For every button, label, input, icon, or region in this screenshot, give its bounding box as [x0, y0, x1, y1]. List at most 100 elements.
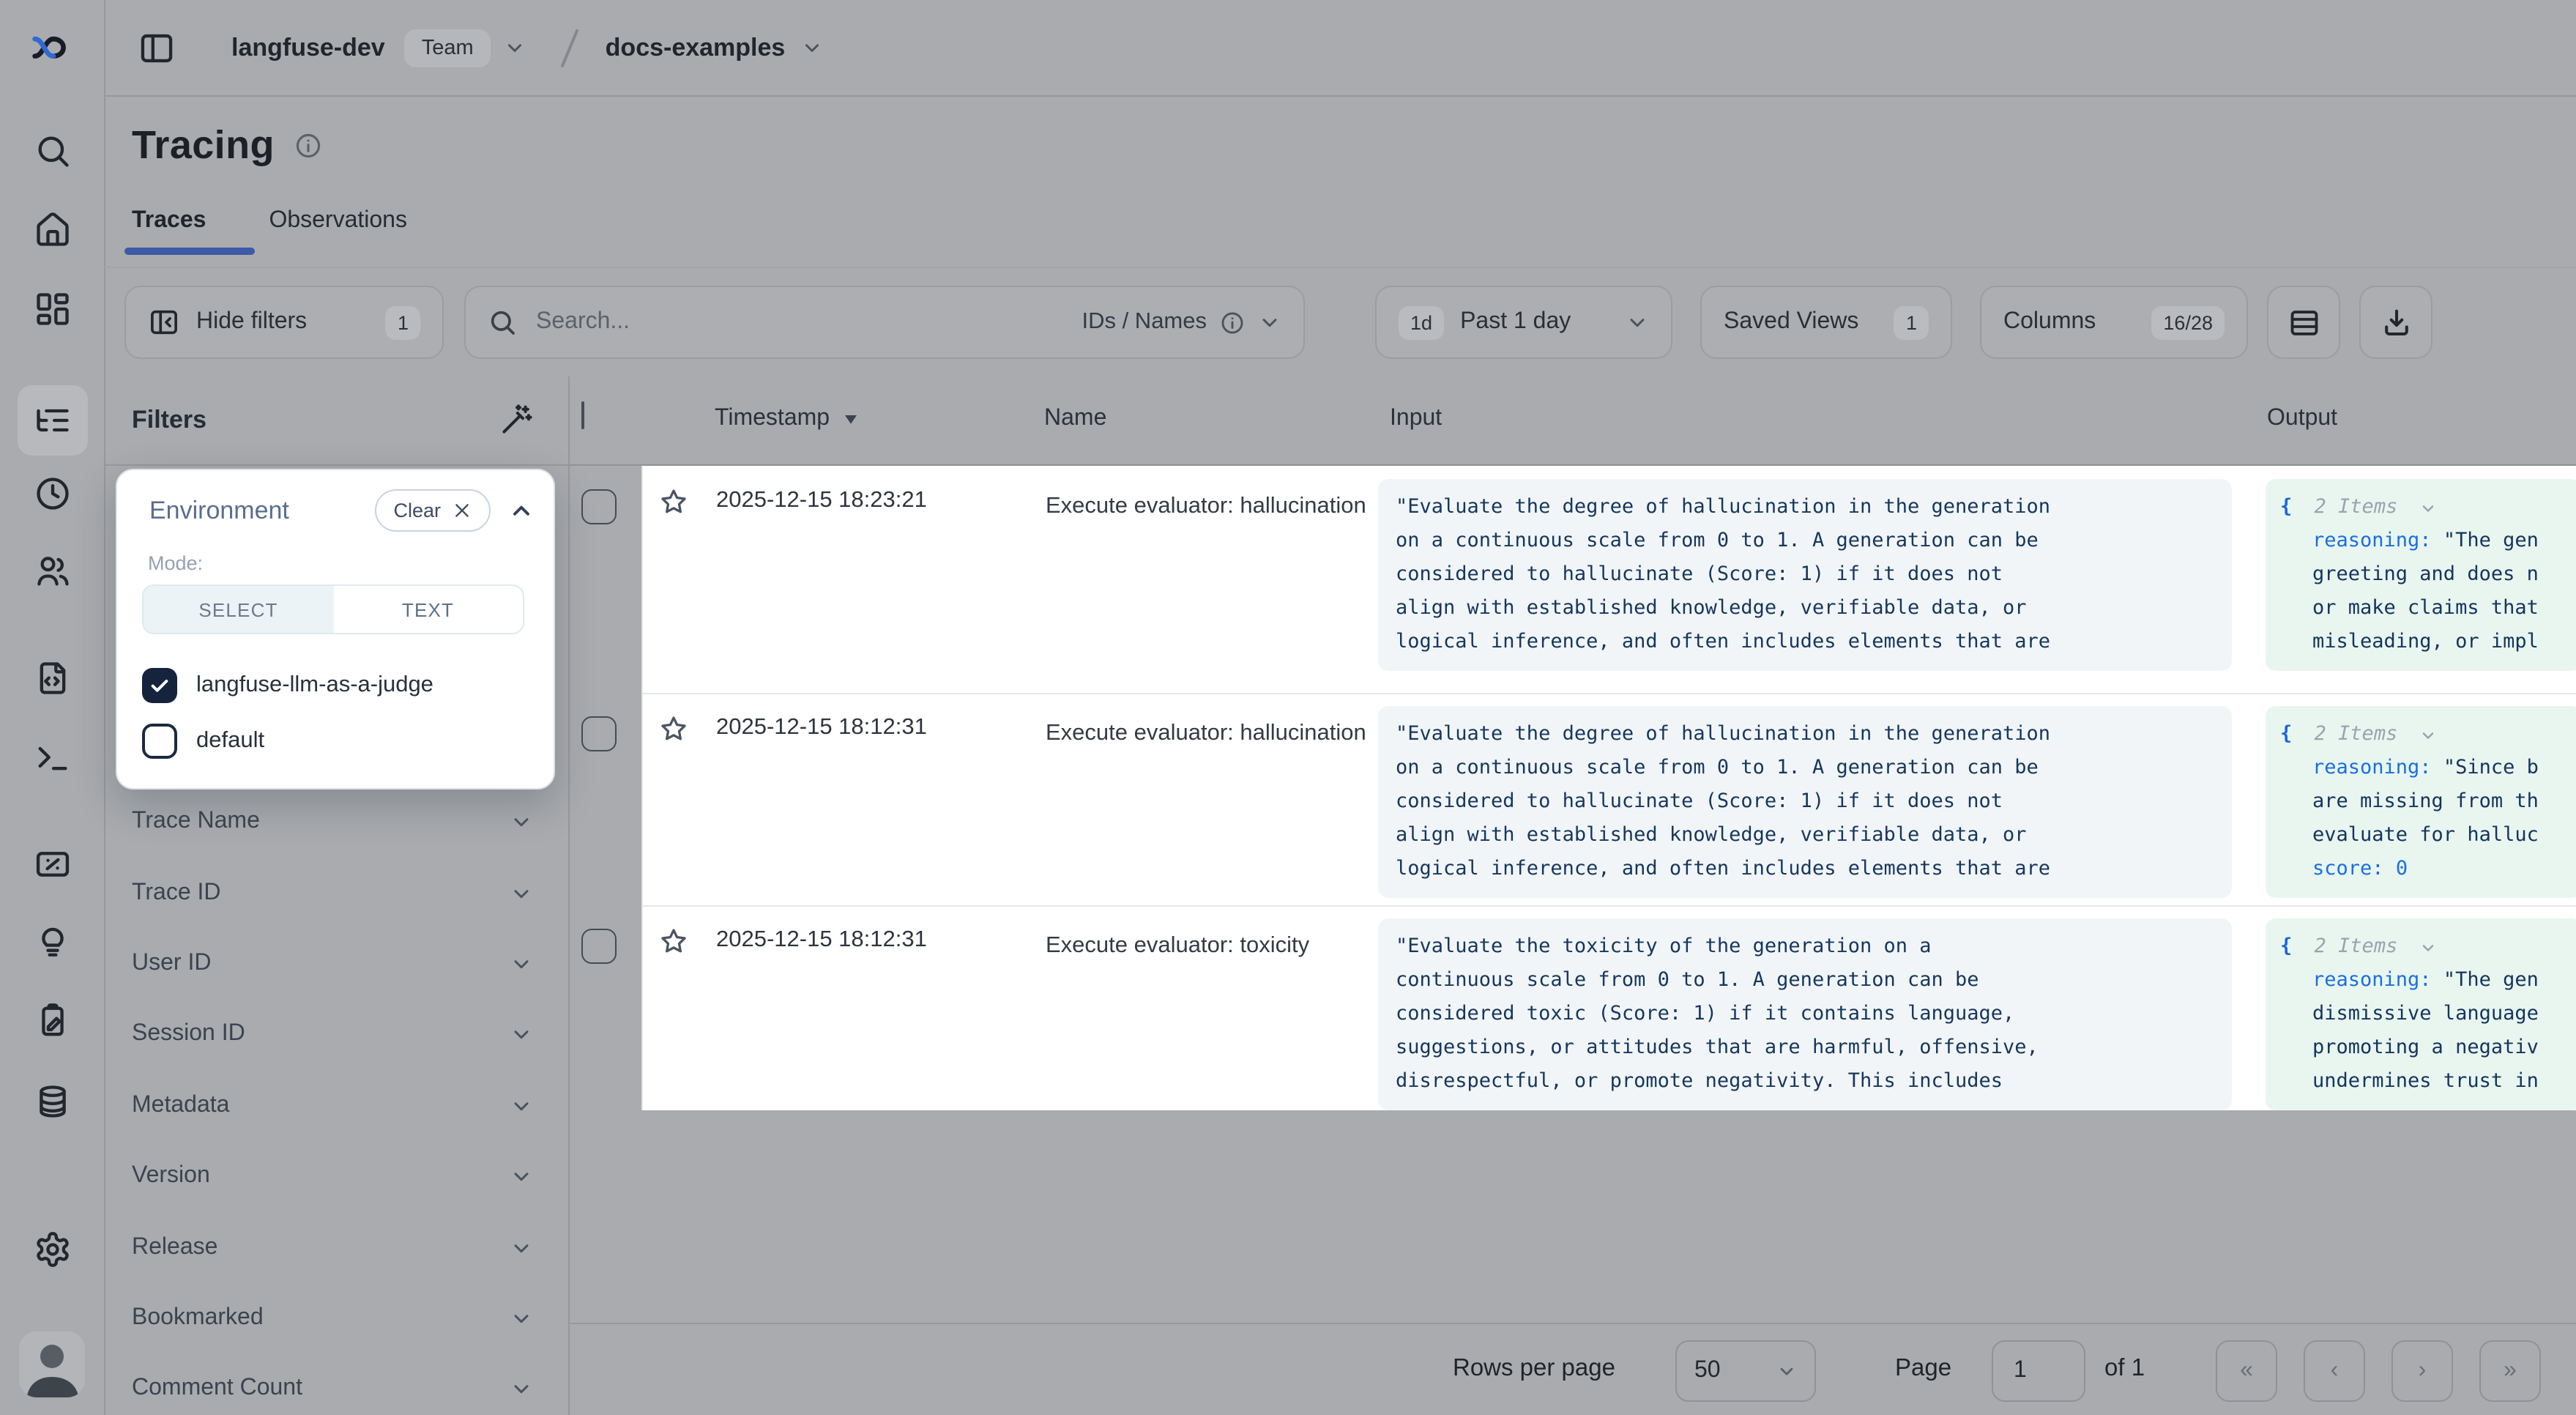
sidebar-item-insights[interactable] — [18, 907, 88, 977]
filter-item-user-id[interactable]: User ID — [104, 929, 568, 1000]
sidebar-item-prompts[interactable] — [18, 643, 88, 713]
wand-sparkles-icon[interactable] — [498, 403, 533, 438]
chevron-down-icon — [510, 1023, 533, 1047]
sidebar-item-tracing[interactable] — [18, 385, 88, 456]
column-header-name[interactable]: Name — [1044, 406, 1106, 432]
sidebar-item-search[interactable] — [18, 116, 88, 186]
environment-option-label: default — [196, 728, 264, 754]
input-cell: "Evaluate the degree of hallucination in… — [1378, 706, 2232, 898]
row-checkbox[interactable] — [581, 716, 617, 751]
filter-item-bookmarked[interactable]: Bookmarked — [104, 1282, 568, 1353]
table-row[interactable]: 2025-12-15 18:12:31Execute evaluator: to… — [643, 905, 2576, 1110]
annotation-queues-icon — [34, 1002, 72, 1040]
sessions-icon — [34, 475, 72, 513]
name-cell: Execute evaluator: toxicity — [1046, 927, 1375, 965]
next-page-button[interactable]: › — [2391, 1340, 2453, 1402]
sidebar-item-datasets[interactable] — [18, 1066, 88, 1137]
download-icon — [2379, 305, 2413, 339]
mode-select-button[interactable]: SELECT — [144, 586, 333, 633]
row-height-button[interactable] — [2267, 286, 2340, 359]
mode-label: Mode: — [148, 552, 535, 574]
search-input[interactable] — [533, 308, 1065, 337]
columns-button[interactable]: Columns 16/28 — [1980, 286, 2248, 359]
timestamp-cell: 2025-12-15 18:23:21 — [716, 488, 927, 514]
filter-item-label: Version — [132, 1163, 210, 1189]
name-cell: Execute evaluator: hallucination — [1046, 488, 1375, 526]
sidebar-toggle-icon[interactable] — [138, 29, 176, 67]
tab-bar-divider — [104, 267, 2576, 268]
column-header-input[interactable]: Input — [1390, 406, 1442, 432]
info-icon[interactable] — [295, 132, 323, 160]
filter-item-label: Release — [132, 1234, 217, 1260]
chevron-down-icon[interactable] — [2420, 726, 2438, 743]
filter-item-label: Bookmarked — [132, 1305, 264, 1332]
sidebar-item-settings[interactable] — [18, 1214, 88, 1285]
last-page-button[interactable]: » — [2479, 1340, 2541, 1402]
export-button[interactable] — [2359, 286, 2432, 359]
filter-item-label: Trace Name — [132, 809, 260, 835]
chevron-down-icon[interactable] — [2420, 499, 2438, 516]
search-bar[interactable]: IDs / Names — [464, 286, 1305, 359]
tab-observations[interactable]: Observations — [269, 208, 407, 234]
sidebar-item-users[interactable] — [18, 536, 88, 606]
sidebar-item-dashboards[interactable] — [18, 274, 88, 344]
bookmark-star-icon[interactable] — [658, 486, 690, 519]
table-row[interactable]: 2025-12-15 18:23:21 Execute evaluator: ha… — [643, 466, 2576, 693]
clear-label: Clear — [393, 499, 441, 521]
mode-text-button[interactable]: TEXT — [333, 586, 523, 633]
rows-per-page-select[interactable]: 50 — [1675, 1340, 1816, 1402]
columns-count-badge: 16/28 — [2151, 305, 2225, 339]
filter-item-metadata[interactable]: Metadata — [104, 1070, 568, 1141]
first-page-button[interactable]: « — [2216, 1340, 2277, 1402]
project-switcher[interactable]: docs-examples — [585, 33, 824, 62]
sidebar-item-evaluators[interactable] — [18, 829, 88, 899]
saved-views-button[interactable]: Saved Views 1 — [1700, 286, 1952, 359]
filter-item-session-id[interactable]: Session ID — [104, 999, 568, 1070]
filters-panel-header: Filters — [104, 376, 568, 466]
hide-filters-button[interactable]: Hide filters 1 — [124, 286, 444, 359]
panel-left-close-icon — [148, 306, 180, 338]
filter-item-label: User ID — [132, 951, 211, 977]
filter-item-comment-count[interactable]: Comment Count — [104, 1353, 568, 1415]
checkbox-unchecked[interactable] — [142, 724, 177, 759]
environment-option[interactable]: langfuse-llm-as-a-judge — [142, 658, 535, 713]
time-range-button[interactable]: 1d Past 1 day — [1375, 286, 1672, 359]
table-row[interactable]: 2025-12-15 18:12:31Execute evaluator: ha… — [643, 693, 2576, 920]
project-name: docs-examples — [606, 33, 786, 62]
chevron-down-icon[interactable] — [2420, 938, 2438, 956]
clear-filter-button[interactable]: Clear — [374, 489, 491, 532]
page-number-input[interactable]: 1 — [1992, 1340, 2085, 1402]
filter-list: Trace Name Trace ID User ID Session ID Metad… — [104, 787, 568, 1415]
user-avatar[interactable] — [19, 1332, 85, 1397]
filter-item-label: Metadata — [132, 1093, 229, 1119]
row-checkbox[interactable] — [581, 489, 617, 524]
environment-filter-label: Environment — [149, 496, 289, 525]
bookmark-star-icon[interactable] — [658, 926, 690, 958]
sidebar-item-sessions[interactable] — [18, 458, 88, 529]
tab-traces[interactable]: Traces — [132, 208, 206, 234]
filter-item-trace-name[interactable]: Trace Name — [104, 787, 568, 858]
tab-bar: Traces Observations — [132, 208, 407, 234]
sidebar-item-annotation-queues[interactable] — [18, 986, 88, 1056]
checkbox-checked[interactable] — [142, 668, 177, 703]
org-switcher[interactable]: langfuse-dev Team — [176, 29, 526, 67]
table-body: 2025-12-15 18:23:21 Execute evaluator: ha… — [641, 466, 2576, 1110]
search-scope-selector[interactable]: IDs / Names — [1082, 309, 1281, 335]
sidebar-item-home[interactable] — [18, 195, 88, 265]
filter-item-release[interactable]: Release — [104, 1212, 568, 1283]
chevron-down-icon — [1258, 311, 1281, 334]
chevron-up-icon[interactable] — [508, 497, 535, 524]
breadcrumb-separator — [556, 26, 585, 70]
select-all-checkbox[interactable] — [581, 401, 584, 429]
filter-item-label: Session ID — [132, 1022, 245, 1048]
row-checkbox[interactable] — [581, 929, 617, 964]
column-header-output[interactable]: Output — [2267, 406, 2337, 432]
filter-item-trace-id[interactable]: Trace ID — [104, 858, 568, 929]
settings-icon — [34, 1230, 72, 1269]
filter-item-version[interactable]: Version — [104, 1141, 568, 1212]
column-header-timestamp[interactable]: Timestamp — [715, 406, 859, 432]
environment-option[interactable]: default — [142, 713, 535, 769]
bookmark-star-icon[interactable] — [658, 713, 690, 746]
sidebar-item-playground[interactable] — [18, 722, 88, 792]
previous-page-button[interactable]: ‹ — [2304, 1340, 2365, 1402]
